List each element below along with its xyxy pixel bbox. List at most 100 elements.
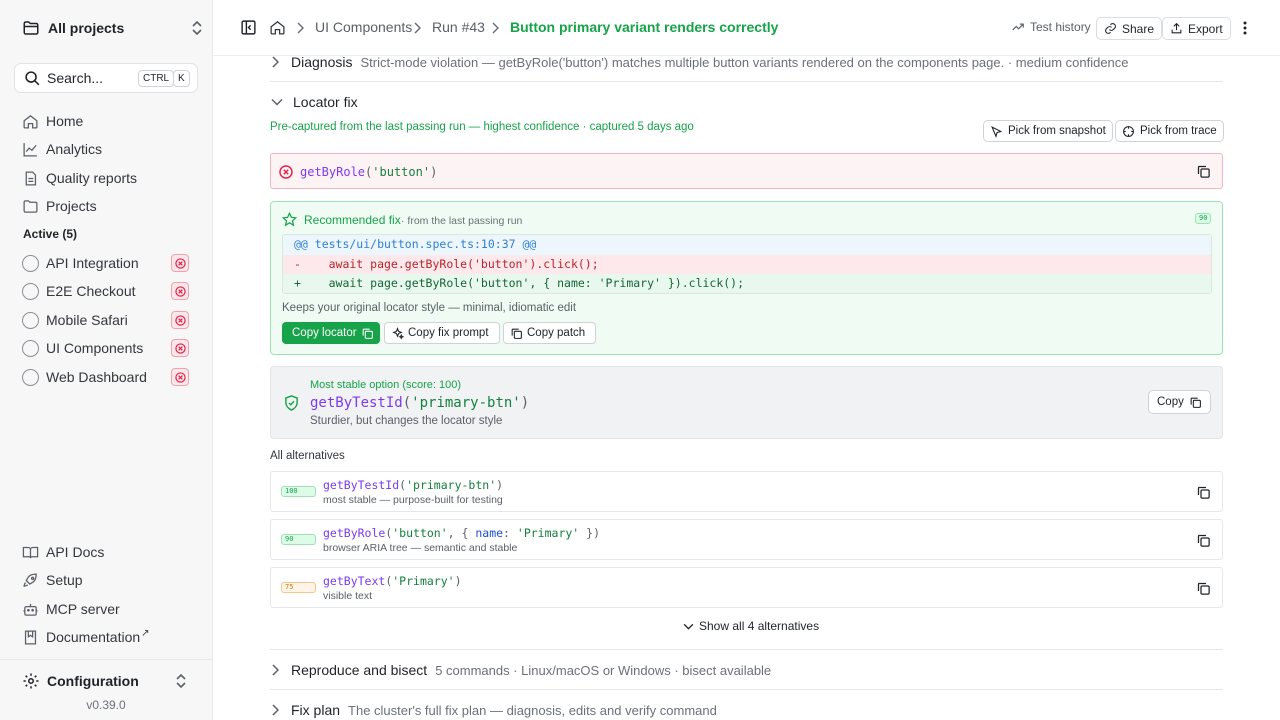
folder-icon xyxy=(22,19,40,37)
app-version: v0.39.0 xyxy=(86,698,126,712)
copy-icon[interactable] xyxy=(1196,485,1211,500)
most-stable-label: Most stable option (score: 100) xyxy=(310,379,462,391)
status-circle-icon xyxy=(22,282,39,300)
copy-icon xyxy=(510,327,523,340)
score-badge: 90 xyxy=(281,534,316,545)
code-fn: getByTestId xyxy=(323,478,400,492)
diagnosis-title: Diagnosis xyxy=(291,54,353,70)
bot-icon xyxy=(22,601,39,618)
diff-view: @@ tests/ui/button.spec.ts:10:37 @@ - aw… xyxy=(282,234,1212,294)
code-string: 'primary-btn' xyxy=(406,478,497,492)
export-button[interactable]: Export xyxy=(1162,17,1231,40)
copy-icon[interactable] xyxy=(1196,581,1211,596)
copy-button[interactable]: Copy xyxy=(1148,390,1211,414)
sidebar-project-mobile-safari[interactable]: Mobile Safari xyxy=(22,309,192,331)
code-punct: : xyxy=(503,526,517,540)
diff-added-line: + await page.getByRole('button', { name:… xyxy=(283,274,1211,293)
sidebar-item-api-docs[interactable]: API Docs xyxy=(22,541,104,563)
sidebar-project-web-dashboard[interactable]: Web Dashboard xyxy=(22,366,192,388)
kbd-ctrl: CTRL xyxy=(138,70,175,87)
project-switcher[interactable]: All projects xyxy=(22,12,208,44)
code-punct: ) xyxy=(454,574,462,588)
locator-fix-title: Locator fix xyxy=(293,94,358,110)
diff-removed-line: - await page.getByRole('button').click()… xyxy=(283,254,1211,274)
sidebar-item-documentation[interactable]: Documentation ↗ xyxy=(22,626,150,648)
sidebar-item-label: Setup xyxy=(46,572,83,588)
copy-patch-button[interactable]: Copy patch xyxy=(503,322,597,344)
copy-fix-prompt-label: Copy fix prompt xyxy=(408,327,489,339)
sidebar-project-e2e-checkout[interactable]: E2E Checkout xyxy=(22,280,192,302)
recommended-fix-card: Recommended fix · from the last passing … xyxy=(270,201,1223,355)
kbd-k: K xyxy=(173,70,190,87)
sidebar-item-label: Quality reports xyxy=(46,170,138,186)
external-link-icon: ↗ xyxy=(141,627,150,639)
fix-plan-section-header[interactable]: Fix plan The cluster's full fix plan — d… xyxy=(271,702,717,718)
copy-icon[interactable] xyxy=(1196,164,1211,179)
bookmark-icon xyxy=(22,629,39,646)
sidebar-item-label: Home xyxy=(46,113,84,129)
code-fn: getByRole xyxy=(300,165,366,179)
pick-from-snapshot-button[interactable]: Pick from snapshot xyxy=(983,120,1113,142)
chevron-right-icon xyxy=(271,56,279,68)
star-icon xyxy=(282,212,297,227)
pick-from-trace-button[interactable]: Pick from trace xyxy=(1115,120,1224,142)
section-divider xyxy=(270,689,1223,690)
main-content: Diagnosis Strict-mode violation — getByR… xyxy=(213,54,1280,720)
sidebar-item-home[interactable]: Home xyxy=(22,110,83,132)
reproduce-section-header[interactable]: Reproduce and bisect 5 commands · Linux/… xyxy=(271,662,771,678)
section-divider xyxy=(270,81,1223,82)
sidebar-item-projects[interactable]: Projects xyxy=(22,195,97,217)
breadcrumb-project[interactable]: UI Components xyxy=(315,19,412,35)
sidebar-item-quality-reports[interactable]: Quality reports xyxy=(22,167,137,189)
shield-check-icon xyxy=(283,394,300,412)
home-icon[interactable] xyxy=(269,19,286,36)
code-string: 'Primary' xyxy=(392,574,455,588)
failure-badge-icon xyxy=(171,254,189,272)
home-icon xyxy=(22,113,39,130)
sidebar-item-analytics[interactable]: Analytics xyxy=(22,138,102,160)
more-vertical-icon[interactable] xyxy=(1243,21,1247,35)
show-all-alternatives-button[interactable]: Show all 4 alternatives xyxy=(683,619,819,633)
configuration-label: Configuration xyxy=(47,673,139,689)
search-button[interactable]: Search... CTRL K xyxy=(14,63,198,93)
sidebar-project-ui-components[interactable]: UI Components xyxy=(22,337,192,359)
sidebar: All projects Search... CTRL K Home Analy… xyxy=(0,0,213,720)
sidebar-toggle-icon[interactable] xyxy=(240,19,257,36)
export-label: Export xyxy=(1188,21,1223,36)
alternative-description: visible text xyxy=(323,590,373,602)
locator-fix-section-header[interactable]: Locator fix xyxy=(271,94,358,110)
alternative-description: most stable — purpose-built for testing xyxy=(323,494,503,506)
section-divider xyxy=(270,649,1223,650)
diagnosis-section-header[interactable]: Diagnosis Strict-mode violation — getByR… xyxy=(271,54,1129,70)
copy-icon[interactable] xyxy=(1196,533,1211,548)
failure-badge-icon xyxy=(171,311,189,329)
sidebar-item-label: MCP server xyxy=(46,601,120,617)
code-punct: }) xyxy=(579,526,600,540)
chevron-right-icon xyxy=(271,704,279,716)
code-string: 'button' xyxy=(392,526,448,540)
status-circle-icon xyxy=(22,311,39,329)
breadcrumb-separator-icon xyxy=(296,22,304,34)
code-property: name xyxy=(475,526,504,540)
alternative-row: 75 getByText('Primary') visible text xyxy=(270,567,1223,608)
recommended-fix-title: Recommended fix xyxy=(304,213,401,227)
most-stable-subtitle: Sturdier, but changes the locator style xyxy=(310,415,503,427)
test-history-link[interactable]: Test history xyxy=(1011,20,1091,34)
top-header: UI Components Run #43 Button primary var… xyxy=(213,0,1280,56)
score-badge: 90 xyxy=(1195,213,1212,224)
copy-icon xyxy=(361,327,374,340)
sidebar-item-setup[interactable]: Setup xyxy=(22,569,83,591)
copy-fix-prompt-button[interactable]: Copy fix prompt xyxy=(384,322,500,344)
chart-line-icon xyxy=(22,141,39,158)
sidebar-project-api-integration[interactable]: API Integration xyxy=(22,252,192,274)
copy-patch-label: Copy patch xyxy=(527,327,586,339)
configuration-button[interactable]: Configuration xyxy=(22,670,192,692)
copy-locator-button[interactable]: Copy locator xyxy=(282,322,380,344)
breadcrumb-run[interactable]: Run #43 xyxy=(432,19,485,35)
failure-badge-icon xyxy=(171,282,189,300)
share-button[interactable]: Share xyxy=(1096,17,1163,40)
status-circle-icon xyxy=(22,254,39,272)
sidebar-item-mcp-server[interactable]: MCP server xyxy=(22,598,120,620)
sidebar-item-label: Projects xyxy=(46,198,97,214)
broken-locator-code: getByRole('button') xyxy=(300,165,437,179)
